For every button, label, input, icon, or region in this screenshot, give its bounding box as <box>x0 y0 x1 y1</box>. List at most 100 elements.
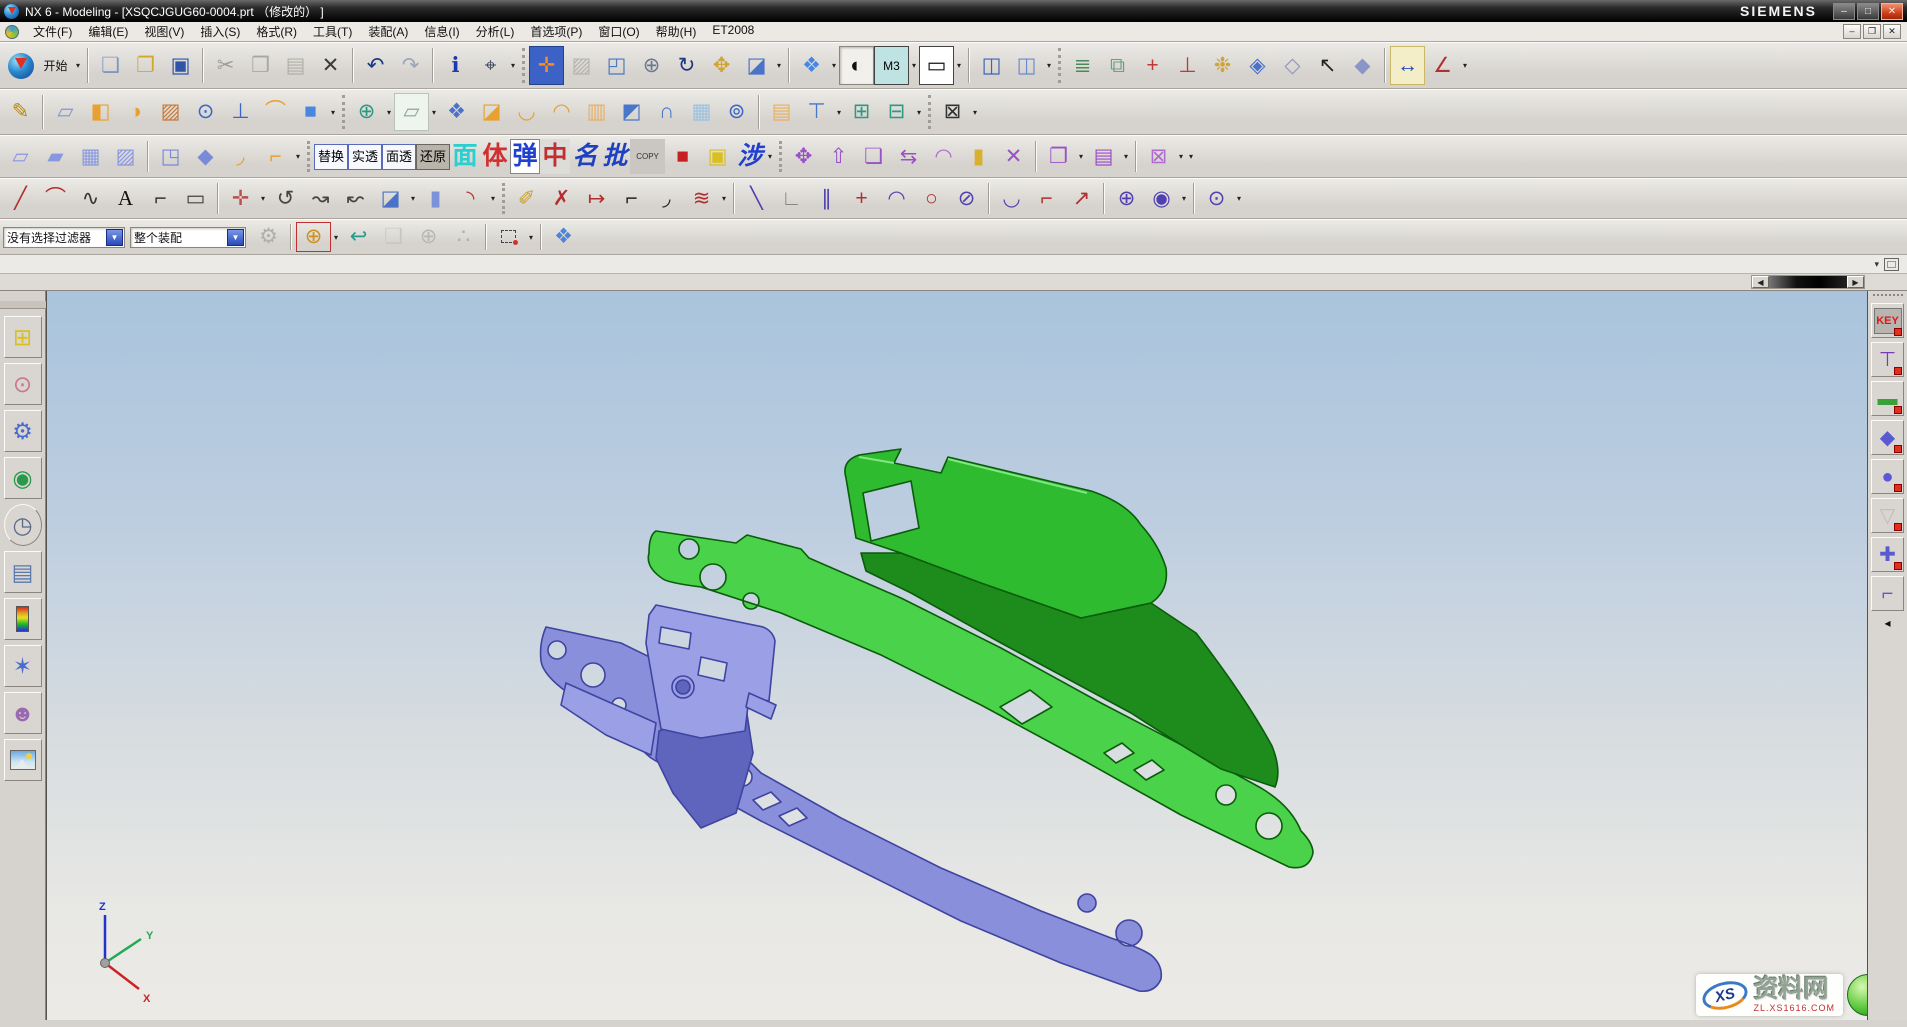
menu-i[interactable]: 信息(I) <box>416 22 467 41</box>
palette-part-cup[interactable]: ▽ <box>1871 498 1904 533</box>
selection-filter-arrow-icon[interactable]: ▼ <box>106 229 123 246</box>
pattern-feature-arrow[interactable]: ▾ <box>1121 140 1131 173</box>
edit-curve-button[interactable]: ✐ <box>509 182 544 216</box>
point-arrow[interactable]: ▾ <box>258 183 268 214</box>
purple-strip-face[interactable] <box>541 627 1162 991</box>
horizontal-scrollbar[interactable]: ◀ ▶ <box>1751 275 1865 289</box>
intersect-arrow[interactable]: ▾ <box>384 94 394 129</box>
palette-part-plate[interactable]: ● <box>1871 459 1904 494</box>
rectangle-button[interactable]: ▭ <box>178 182 213 216</box>
reuse-library-tab[interactable]: ◉ <box>4 457 42 499</box>
extend-curve-button[interactable]: ↦ <box>579 182 614 216</box>
spring-char-button[interactable]: 弹 <box>510 139 540 174</box>
tangent-arc-button[interactable]: ◠ <box>879 182 914 216</box>
find-arrow[interactable]: ▾ <box>508 48 518 84</box>
extrude-button[interactable]: ◧ <box>83 93 118 131</box>
datum-plane-button[interactable]: ▱ <box>48 93 83 131</box>
cylinder-face-button[interactable]: ▮ <box>961 139 996 174</box>
delete-face-button[interactable]: ✕ <box>996 139 1031 174</box>
stamp-button[interactable]: ⊤ <box>799 93 834 131</box>
mdi-restore-button[interactable]: ❐ <box>1863 24 1881 39</box>
work-view-cube-button[interactable]: ❖ <box>546 222 581 251</box>
face-plane-button[interactable]: ▱ <box>394 93 429 131</box>
n-sided-surface-button[interactable]: ▨ <box>108 139 143 174</box>
interpart-link-button[interactable]: ⚙ <box>251 222 286 251</box>
measure-angle-button[interactable]: ∠ <box>1425 46 1460 85</box>
section-surface-button[interactable]: ◆ <box>188 139 223 174</box>
fillet-curve-button[interactable]: ◞ <box>649 182 684 216</box>
resize-feature-arrow[interactable]: ▾ <box>1176 140 1186 173</box>
palette-part-elbow[interactable]: ⌐ <box>1871 576 1904 611</box>
interference-char-button[interactable]: 涉 <box>735 139 765 174</box>
bend-surface-button[interactable]: ◞ <box>223 139 258 174</box>
show-button[interactable]: ◆ <box>1345 46 1380 85</box>
contour-flange-button[interactable]: ◠ <box>544 93 579 131</box>
palette-part-block[interactable]: ▬ <box>1871 381 1904 416</box>
start-menu-arrow[interactable]: ▾ <box>73 48 83 84</box>
edit-curve-arrow[interactable]: ▾ <box>719 183 729 214</box>
point-snap-button[interactable]: ⊕ <box>411 222 446 251</box>
undo-selection-button[interactable]: ↩ <box>341 222 376 251</box>
isometric-view-button[interactable]: ❖ <box>794 46 829 85</box>
mdi-minimize-button[interactable]: – <box>1843 24 1861 39</box>
through-curve-mesh-button[interactable]: ▦ <box>73 139 108 174</box>
copy-tool-button[interactable]: COPY <box>630 139 665 174</box>
more-tools-arrow[interactable]: ▾ <box>1186 140 1196 173</box>
hole-button[interactable]: ⊙ <box>188 93 223 131</box>
history-tab[interactable]: ◷ <box>4 504 42 546</box>
background-arrow[interactable]: ▾ <box>954 48 964 84</box>
full-screen-icon[interactable] <box>1884 258 1899 271</box>
menu-o[interactable]: 窗口(O) <box>590 22 647 41</box>
trim-body-button[interactable]: ◪ <box>474 93 509 131</box>
center-char-button[interactable]: 中 <box>540 139 570 174</box>
zoom-disabled-button[interactable]: ▨ <box>564 46 599 85</box>
pan-view-button[interactable]: ✥ <box>704 46 739 85</box>
copy-feature-button[interactable]: ❐ <box>1041 139 1076 174</box>
open-file-button[interactable]: ❐ <box>128 46 163 85</box>
undo-button[interactable]: ↶ <box>358 46 393 85</box>
solid-transparent-button[interactable]: 实透 <box>348 144 382 170</box>
ruled-surface-button[interactable]: ▱ <box>3 139 38 174</box>
menu-e[interactable]: 编辑(E) <box>80 22 136 41</box>
circle-radius-button[interactable]: ◉ <box>1144 182 1179 216</box>
arc-button[interactable]: ⌒ <box>38 182 73 216</box>
rotate-view-button[interactable]: ↻ <box>669 46 704 85</box>
palette-drag-handle[interactable] <box>1873 294 1903 296</box>
marquee-select-button[interactable] <box>491 222 526 251</box>
menu-v[interactable]: 视图(V) <box>136 22 192 41</box>
sketch-line-button[interactable]: ╲ <box>739 182 774 216</box>
text-curve-button[interactable]: A <box>108 182 143 216</box>
double-bend-button[interactable]: ∩ <box>649 93 684 131</box>
selection-pointer-button[interactable]: ↖ <box>1310 46 1345 85</box>
circle-center-button[interactable]: ⊕ <box>1109 182 1144 216</box>
yellow-cube-button[interactable]: ▣ <box>700 139 735 174</box>
stamp-arrow[interactable]: ▾ <box>834 94 844 129</box>
scroll-left-button[interactable]: ◀ <box>1752 276 1769 288</box>
reference-circle-button[interactable]: ○ <box>914 182 949 216</box>
point-button[interactable]: ✛ <box>223 182 258 216</box>
gallery-tab[interactable] <box>4 739 42 781</box>
join-face-button[interactable]: ▦ <box>684 93 719 131</box>
save-button[interactable]: ▣ <box>163 46 198 85</box>
corner-curve-button[interactable]: ⌐ <box>614 182 649 216</box>
palette-part-body[interactable]: ◆ <box>1871 420 1904 455</box>
nx-app-button[interactable] <box>3 46 38 85</box>
surface-arrow[interactable]: ▾ <box>293 140 303 173</box>
assembly-navigator-tab[interactable]: ⊞ <box>4 316 42 358</box>
shaded-display-button[interactable]: ◐ <box>839 46 874 85</box>
menu-p[interactable]: 首选项(P) <box>522 22 590 41</box>
edit-feature-parameters-button[interactable]: ⊠ <box>935 93 970 131</box>
zoom-in-out-button[interactable]: ⊕ <box>634 46 669 85</box>
custom-arrow[interactable]: ▾ <box>765 140 775 173</box>
boss-button[interactable]: ⊥ <box>223 93 258 131</box>
move-component-button[interactable]: ✥ <box>786 139 821 174</box>
project-curve-arrow[interactable]: ▾ <box>408 183 418 214</box>
copy-button[interactable]: ❒ <box>243 46 278 85</box>
roles-tab[interactable]: ☻ <box>4 692 42 734</box>
face-transparent-button[interactable]: 面透 <box>382 144 416 170</box>
object-display-button[interactable]: ❉ <box>1205 46 1240 85</box>
body-char-button[interactable]: 体 <box>480 139 510 174</box>
face-char-button[interactable]: 面 <box>450 139 480 174</box>
clip-arrow[interactable]: ▾ <box>1044 48 1054 84</box>
offset-curve-button[interactable]: ↺ <box>268 182 303 216</box>
